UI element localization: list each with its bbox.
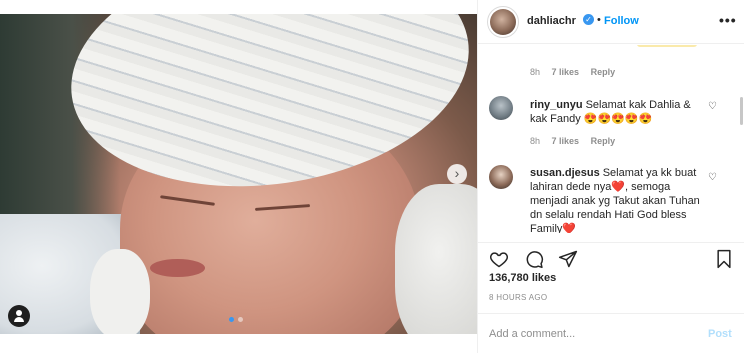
comment-icon[interactable] xyxy=(524,249,544,269)
user-tag-icon[interactable] xyxy=(8,305,30,327)
verified-icon: ✓ xyxy=(583,14,594,25)
header-separator: • xyxy=(597,14,601,26)
bookmark-icon[interactable] xyxy=(714,249,734,269)
comment-likes[interactable]: 7 likes xyxy=(552,136,580,146)
add-comment-input[interactable]: Add a comment... xyxy=(489,328,575,340)
instagram-post-modal: › dahliachr ✓ • Follow ••• 8h 7 likes Re… xyxy=(0,0,744,353)
comment-reply-button[interactable]: Reply xyxy=(591,67,616,77)
heart-icon[interactable] xyxy=(489,249,509,269)
post-actions xyxy=(478,242,744,272)
comment-heart-icon[interactable]: ♡ xyxy=(708,172,717,183)
comments-list[interactable]: 8h 7 likes Reply riny_unyu Selamat kak Da… xyxy=(478,45,738,233)
photo-blanket-right xyxy=(395,184,477,334)
carousel-indicator xyxy=(229,317,243,322)
comment-reply-button[interactable]: Reply xyxy=(591,136,616,146)
photo-mouth xyxy=(150,259,205,277)
share-icon[interactable] xyxy=(558,249,578,269)
more-icon[interactable]: ••• xyxy=(719,12,737,28)
comment-username[interactable]: riny_unyu xyxy=(530,99,583,111)
avatar[interactable] xyxy=(489,96,513,120)
carousel-dot xyxy=(238,317,243,322)
comment-time: 8h xyxy=(530,136,541,146)
add-comment-bar: Add a comment... Post xyxy=(478,313,744,353)
post-button[interactable]: Post xyxy=(708,328,732,340)
likes-count[interactable]: 136,780 likes xyxy=(489,272,556,284)
comment-meta: 8h 7 likes Reply xyxy=(530,67,615,77)
comment-likes[interactable]: 7 likes xyxy=(552,67,580,77)
comment-username[interactable]: susan.djesus xyxy=(530,167,600,179)
follow-button[interactable]: Follow xyxy=(604,15,639,27)
avatar[interactable] xyxy=(487,6,519,38)
post-side-panel: dahliachr ✓ • Follow ••• 8h 7 likes Repl… xyxy=(477,0,744,353)
photo-hand xyxy=(90,249,150,334)
comment-meta: 8h 7 likes Reply xyxy=(530,136,615,146)
comment-item: susan.djesus Selamat ya kk buat lahiran d… xyxy=(530,166,708,233)
comment-heart-icon[interactable]: ♡ xyxy=(708,101,717,112)
post-photo[interactable] xyxy=(0,14,477,334)
comment-partial-text xyxy=(527,45,727,55)
avatar[interactable] xyxy=(489,165,513,189)
next-arrow-icon[interactable]: › xyxy=(447,164,467,184)
carousel-dot-active xyxy=(229,317,234,322)
post-header: dahliachr ✓ • Follow ••• xyxy=(478,0,744,44)
post-username[interactable]: dahliachr xyxy=(527,15,576,27)
comment-item: riny_unyu Selamat kak Dahlia & kak Fandy … xyxy=(530,98,708,126)
post-timestamp[interactable]: 8 HOURS AGO xyxy=(489,293,547,302)
comment-time: 8h xyxy=(530,67,541,77)
comments-scrollbar[interactable] xyxy=(740,97,743,125)
